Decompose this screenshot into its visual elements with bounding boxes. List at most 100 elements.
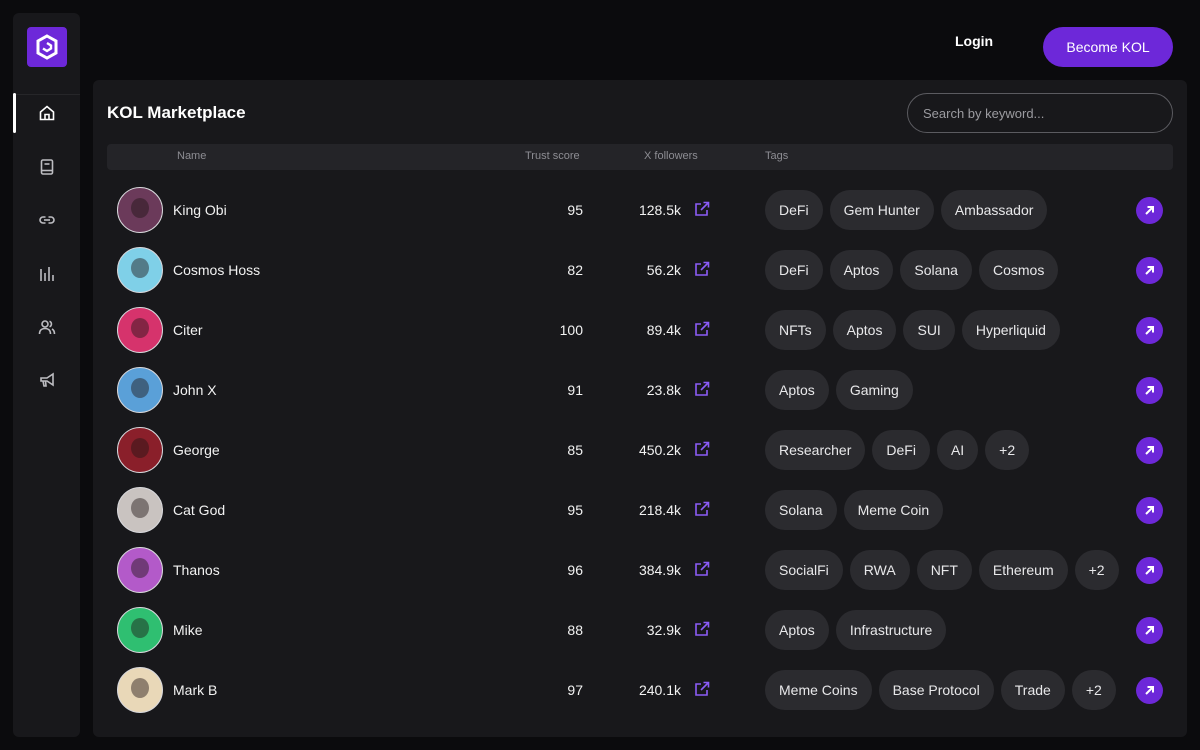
trust-score: 100 <box>559 322 583 338</box>
tag-chip[interactable]: Solana <box>900 250 972 290</box>
open-profile-button[interactable] <box>1136 257 1163 284</box>
external-link-icon[interactable] <box>693 320 711 338</box>
tag-chip[interactable]: Gem Hunter <box>829 190 934 230</box>
arrow-up-right-icon <box>1143 564 1156 577</box>
arrow-up-right-icon <box>1143 384 1156 397</box>
follower-count: 128.5k <box>638 202 681 218</box>
open-profile-button[interactable] <box>1136 497 1163 524</box>
open-profile-button[interactable] <box>1136 197 1163 224</box>
search-input[interactable] <box>907 93 1173 133</box>
tag-chip[interactable]: Cosmos <box>978 250 1059 290</box>
tag-chip[interactable]: DeFi <box>872 430 930 470</box>
tag-chip[interactable]: Aptos <box>765 610 829 650</box>
external-link-icon[interactable] <box>693 440 711 458</box>
tag-chip[interactable]: Meme Coins <box>765 670 872 710</box>
kol-name[interactable]: King Obi <box>173 202 227 218</box>
column-header-tags[interactable]: Tags <box>765 150 788 162</box>
tag-chip[interactable]: +2 <box>1074 550 1119 590</box>
open-profile-button[interactable] <box>1136 617 1163 644</box>
book-icon <box>40 159 53 175</box>
open-profile-button[interactable] <box>1136 317 1163 344</box>
tag-chip[interactable]: Aptos <box>832 310 897 350</box>
tag-chip[interactable]: DeFi <box>765 250 823 290</box>
tag-chip[interactable]: Gaming <box>835 370 913 410</box>
avatar[interactable] <box>117 547 163 593</box>
column-header-trust-score[interactable]: Trust score <box>525 150 580 162</box>
open-profile-button[interactable] <box>1136 557 1163 584</box>
external-link-icon[interactable] <box>693 260 711 278</box>
tag-chip[interactable]: NFT <box>916 550 972 590</box>
tag-chip[interactable]: +2 <box>985 430 1030 470</box>
login-link[interactable]: Login <box>955 33 993 49</box>
table-row[interactable]: Cat God 95 218.4k Solana Meme Coin <box>107 480 1173 540</box>
column-header-followers[interactable]: X followers <box>644 150 698 162</box>
open-profile-button[interactable] <box>1136 377 1163 404</box>
external-link-icon[interactable] <box>693 500 711 518</box>
tag-chip[interactable]: Ethereum <box>978 550 1068 590</box>
tag-chip[interactable]: Researcher <box>765 430 866 470</box>
sidebar-item-campaigns[interactable] <box>13 360 80 400</box>
sidebar-item-analytics[interactable] <box>13 254 80 294</box>
avatar[interactable] <box>117 307 163 353</box>
tag-chip[interactable]: SocialFi <box>765 550 843 590</box>
kol-name[interactable]: Thanos <box>173 562 220 578</box>
logo[interactable] <box>27 27 67 67</box>
tag-chip[interactable]: Aptos <box>765 370 829 410</box>
kol-name[interactable]: Cat God <box>173 502 225 518</box>
table-row[interactable]: Cosmos Hoss 82 56.2k DeFi Aptos Solana Cosmos <box>107 240 1173 300</box>
tag-chip[interactable]: Solana <box>765 490 837 530</box>
tag-chip[interactable]: Meme Coin <box>843 490 944 530</box>
external-link-icon[interactable] <box>693 200 711 218</box>
sidebar-item-users[interactable] <box>13 307 80 347</box>
sidebar-item-home[interactable] <box>13 93 80 133</box>
external-link-icon[interactable] <box>693 560 711 578</box>
tag-chip[interactable]: NFTs <box>765 310 826 350</box>
table-row[interactable]: King Obi 95 128.5k DeFi Gem Hunter Ambassador <box>107 180 1173 240</box>
tag-chip[interactable]: +2 <box>1071 670 1116 710</box>
tag-chip[interactable]: Hyperliquid <box>961 310 1060 350</box>
column-header-name[interactable]: Name <box>177 150 206 162</box>
table-row[interactable]: Mark B 97 240.1k Meme Coins Base Protocol Tra… <box>107 660 1173 720</box>
avatar[interactable] <box>117 667 163 713</box>
tag-chip[interactable]: DeFi <box>765 190 823 230</box>
external-link-icon[interactable] <box>693 380 711 398</box>
table-row[interactable]: Citer 100 89.4k NFTs Aptos SUI Hyperliquid <box>107 300 1173 360</box>
external-link-icon[interactable] <box>693 680 711 698</box>
kol-name[interactable]: John X <box>173 382 217 398</box>
kol-name[interactable]: Mike <box>173 622 203 638</box>
tag-chip[interactable]: RWA <box>849 550 910 590</box>
table-row[interactable]: George 85 450.2k Researcher DeFi AI +2 <box>107 420 1173 480</box>
tag-chip[interactable]: AI <box>936 430 979 470</box>
avatar[interactable] <box>117 367 163 413</box>
tag-chip[interactable]: Infrastructure <box>835 610 947 650</box>
follower-count: 32.9k <box>646 622 681 638</box>
avatar[interactable] <box>117 247 163 293</box>
kol-name[interactable]: Cosmos Hoss <box>173 262 260 278</box>
tag-chip[interactable]: Aptos <box>829 250 894 290</box>
sidebar-item-docs[interactable] <box>13 147 80 187</box>
tag-chip[interactable]: Base Protocol <box>878 670 994 710</box>
kol-name[interactable]: Citer <box>173 322 203 338</box>
tag-chip[interactable]: SUI <box>903 310 955 350</box>
avatar[interactable] <box>117 607 163 653</box>
avatar[interactable] <box>117 187 163 233</box>
follower-count: 450.2k <box>638 442 681 458</box>
tag-chip[interactable]: Trade <box>1000 670 1065 710</box>
external-link-icon[interactable] <box>693 620 711 638</box>
become-kol-button[interactable]: Become KOL <box>1043 27 1173 67</box>
trust-score: 96 <box>567 562 583 578</box>
table-row[interactable]: Mike 88 32.9k Aptos Infrastructure <box>107 600 1173 660</box>
avatar[interactable] <box>117 427 163 473</box>
open-profile-button[interactable] <box>1136 437 1163 464</box>
table-row[interactable]: John X 91 23.8k Aptos Gaming <box>107 360 1173 420</box>
open-profile-button[interactable] <box>1136 677 1163 704</box>
arrow-up-right-icon <box>1143 324 1156 337</box>
sidebar-item-links[interactable] <box>13 200 80 240</box>
arrow-up-right-icon <box>1143 684 1156 697</box>
avatar[interactable] <box>117 487 163 533</box>
kol-name[interactable]: George <box>173 442 220 458</box>
table-row[interactable]: Thanos 96 384.9k SocialFi RWA NFT Ethereum +2 <box>107 540 1173 600</box>
arrow-up-right-icon <box>1143 204 1156 217</box>
tag-chip[interactable]: Ambassador <box>940 190 1048 230</box>
kol-name[interactable]: Mark B <box>173 682 217 698</box>
